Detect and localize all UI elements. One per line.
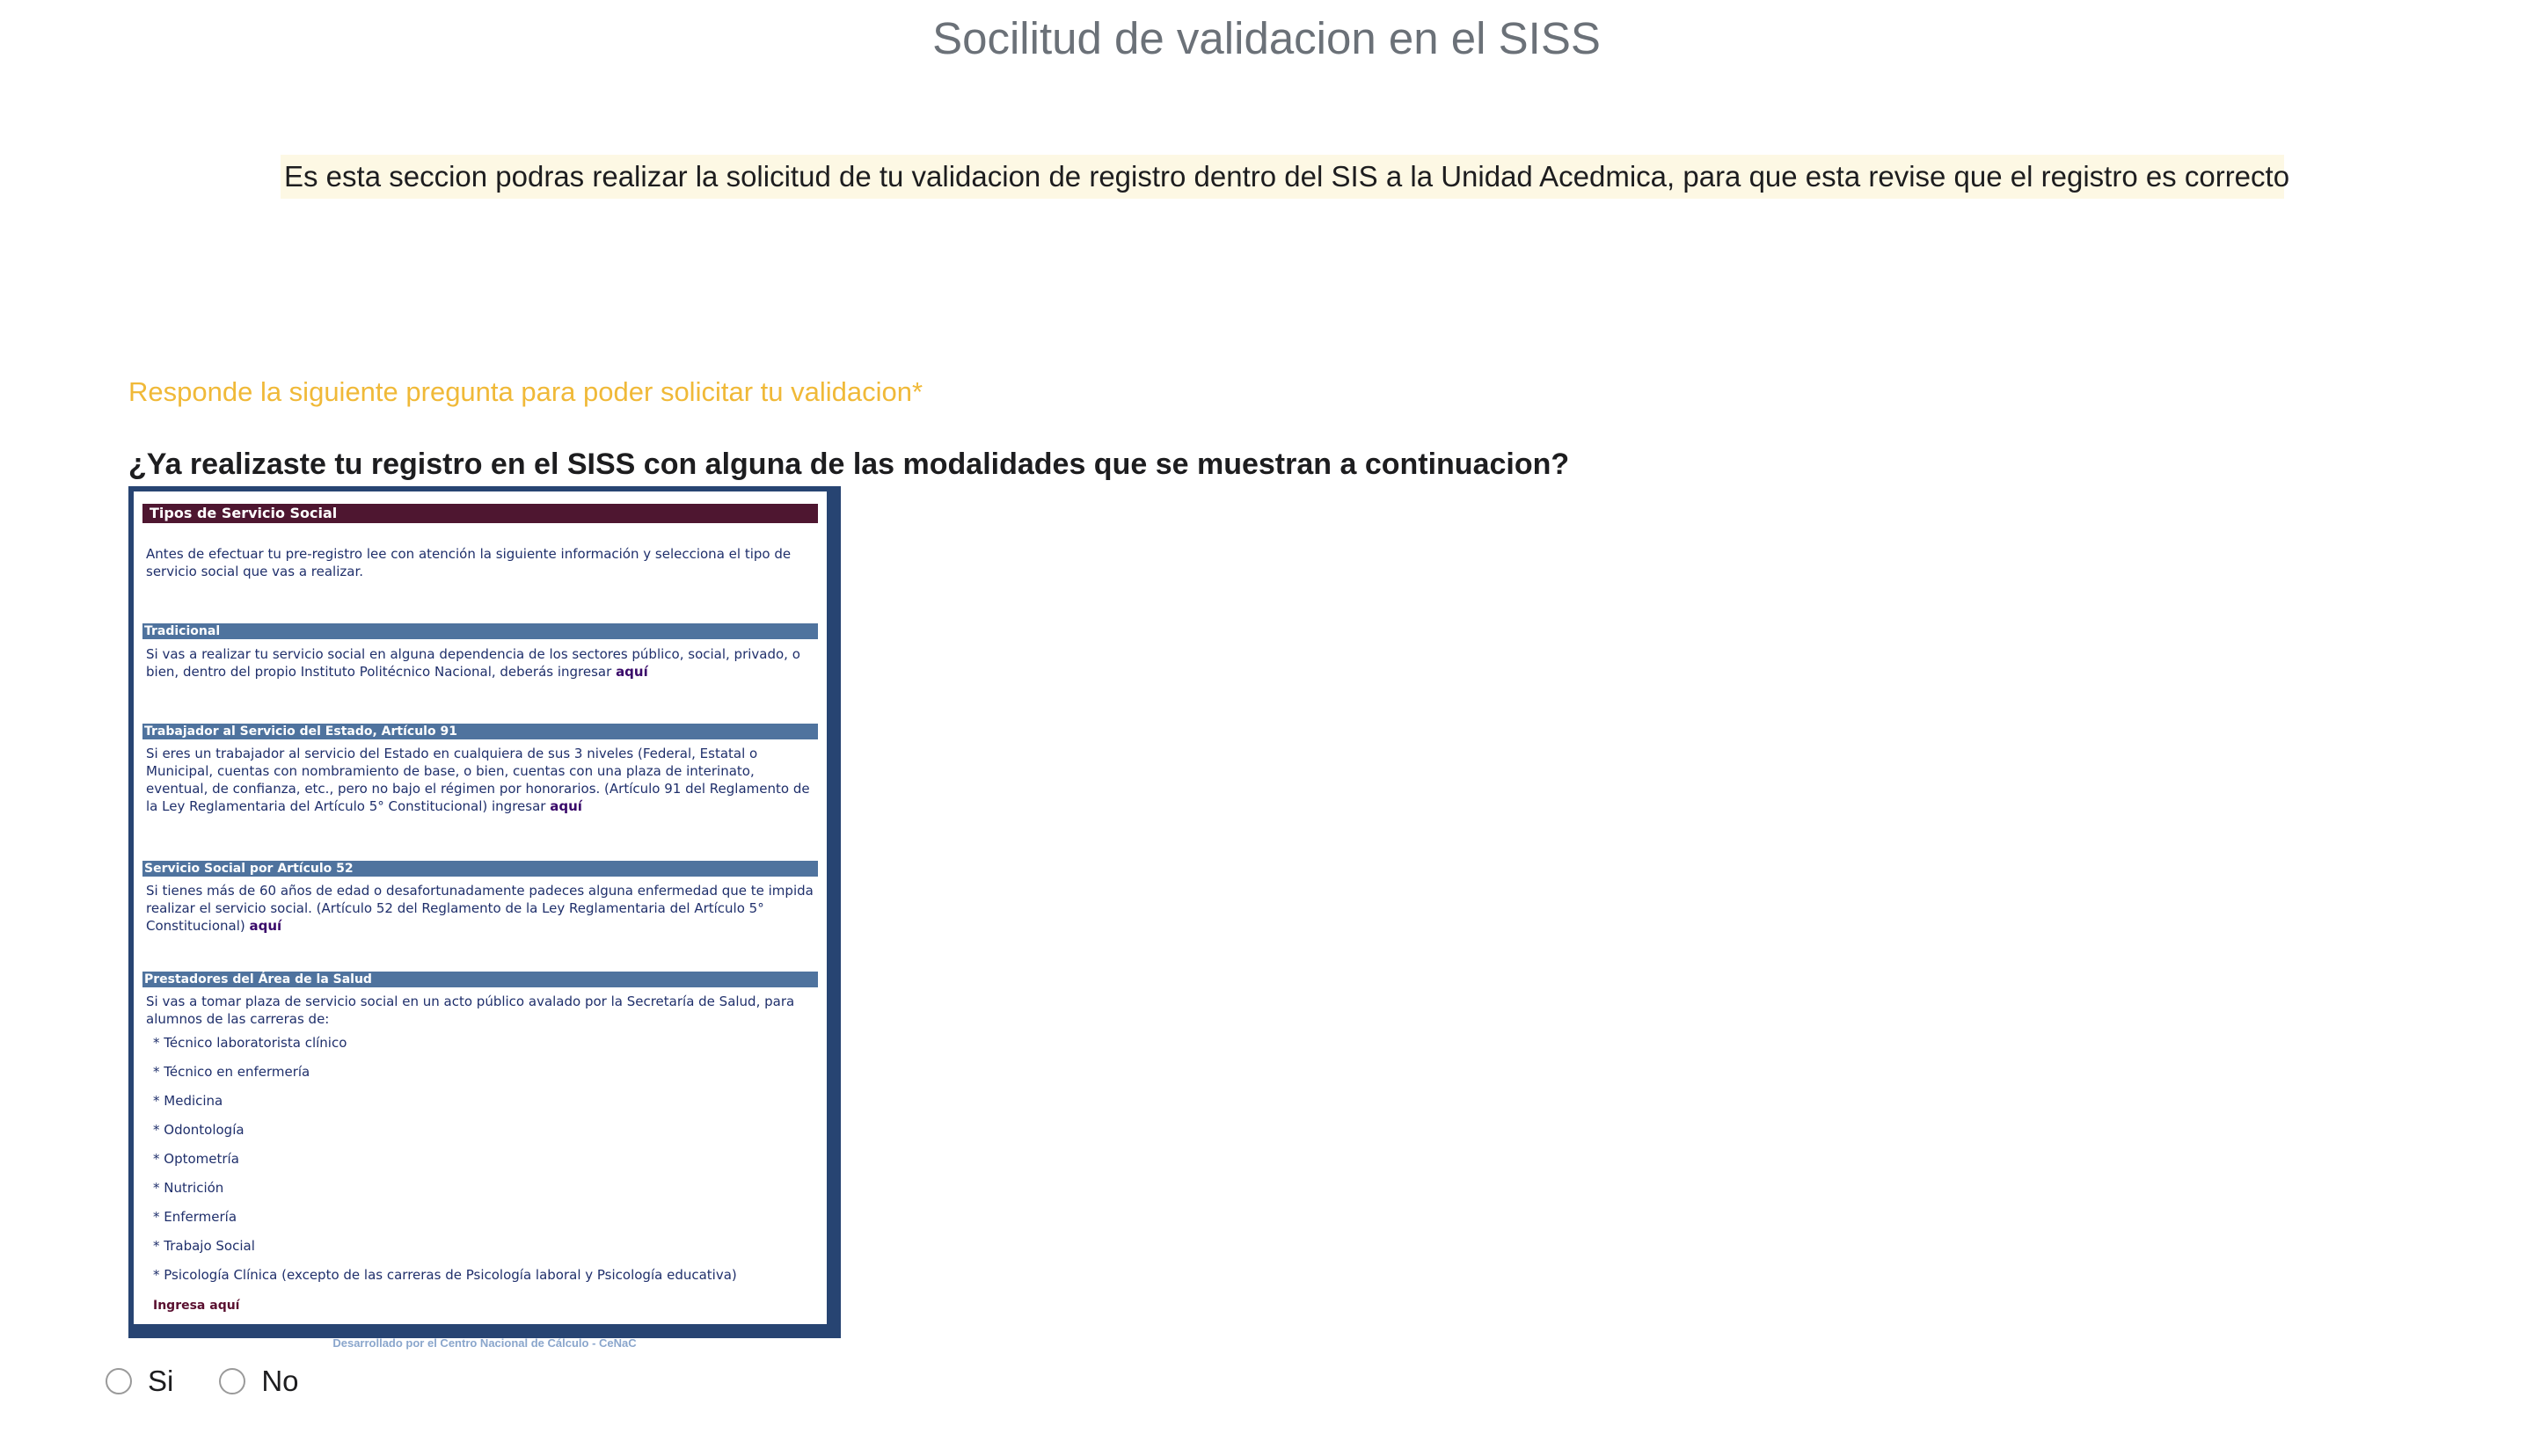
career-item: * Enfermería — [153, 1209, 237, 1225]
section-title-articulo-91: Trabajador al Servicio del Estado, Artíc… — [142, 724, 818, 739]
section-title-articulo-52: Servicio Social por Artículo 52 — [142, 861, 818, 877]
radio-option-si[interactable]: Si — [106, 1365, 173, 1398]
career-item: * Trabajo Social — [153, 1238, 255, 1254]
ingresa-aqui-link[interactable]: Ingresa aquí — [153, 1299, 240, 1313]
page-title: Socilitud de validacion en el SISS — [932, 13, 1601, 63]
radio-no[interactable] — [219, 1368, 246, 1394]
career-item: * Medicina — [153, 1093, 223, 1109]
career-item: * Nutrición — [153, 1180, 224, 1196]
section-title-tradicional: Tradicional — [142, 623, 818, 639]
aqui-link[interactable]: aquí — [616, 664, 648, 680]
career-item: * Psicología Clínica (excepto de las car… — [153, 1267, 737, 1283]
section-text-articulo-52: Si tienes más de 60 años de edad o desaf… — [146, 883, 814, 934]
service-types-panel: Tipos de Servicio Social Antes de efectu… — [134, 491, 827, 1324]
radio-si[interactable] — [106, 1368, 132, 1394]
info-notice: Es esta seccion podras realizar la solic… — [281, 155, 2289, 199]
radio-label-no: No — [261, 1365, 299, 1397]
aqui-link[interactable]: aquí — [550, 798, 582, 814]
career-item: * Odontología — [153, 1122, 245, 1138]
career-item: * Técnico en enfermería — [153, 1064, 310, 1080]
career-item: * Técnico laboratorista clínico — [153, 1035, 347, 1051]
doc-header: Tipos de Servicio Social — [142, 504, 818, 523]
section-text-tradicional: Si vas a realizar tu servicio social en … — [146, 646, 800, 680]
career-item: * Optometría — [153, 1151, 239, 1167]
aqui-link[interactable]: aquí — [250, 918, 282, 934]
section-text-salud: Si vas a tomar plaza de servicio social … — [146, 994, 795, 1027]
doc-intro: Antes de efectuar tu pre-registro lee co… — [146, 546, 792, 579]
radio-label-si: Si — [148, 1365, 174, 1397]
service-types-image: Tipos de Servicio Social Antes de efectu… — [128, 486, 841, 1350]
doc-footer: Desarrollado por el Centro Nacional de C… — [332, 1336, 637, 1350]
section-title-salud: Prestadores del Área de la Salud — [142, 972, 818, 987]
question-text: ¿Ya realizaste tu registro en el SISS co… — [128, 448, 1570, 481]
required-prompt: Responde la siguiente pregunta para pode… — [128, 376, 923, 407]
answer-radio-group: Si No — [106, 1365, 345, 1398]
section-text-articulo-91: Si eres un trabajador al servicio del Es… — [146, 746, 810, 814]
radio-option-no[interactable]: No — [219, 1365, 299, 1398]
